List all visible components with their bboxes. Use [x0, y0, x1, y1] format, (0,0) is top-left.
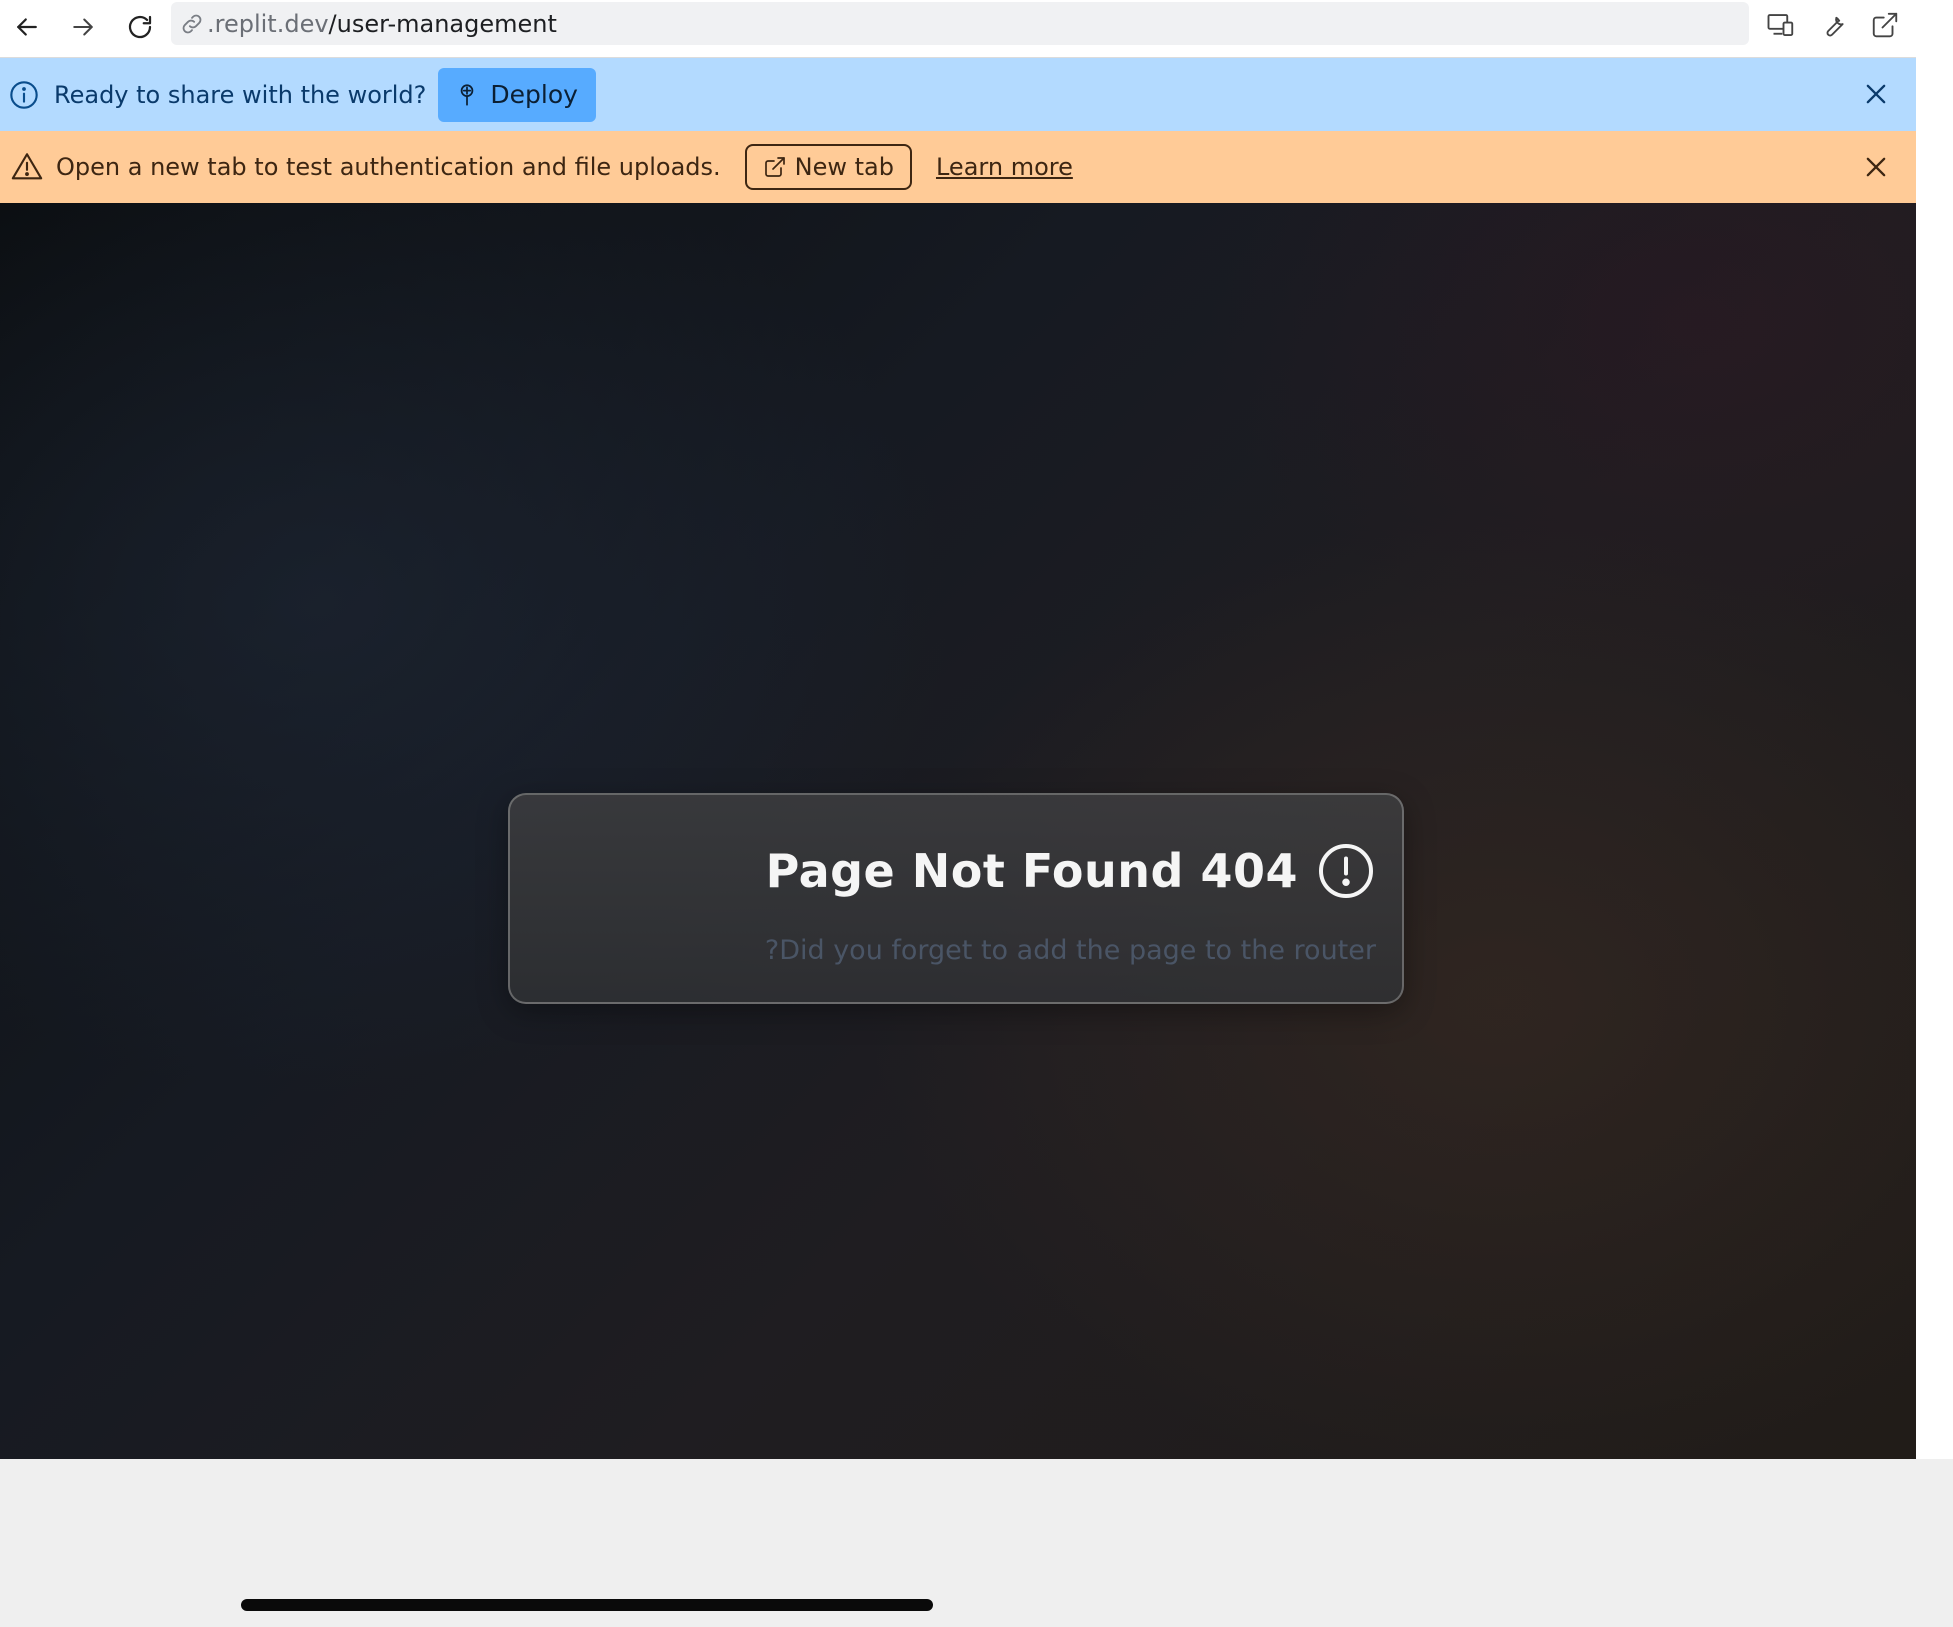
close-warning-banner-button[interactable] — [1858, 149, 1894, 185]
link-icon — [182, 14, 202, 33]
deploy-button-label: Deploy — [490, 80, 578, 109]
devices-button[interactable] — [1759, 3, 1803, 47]
url-path: /user-management — [328, 9, 557, 38]
wrench-icon — [1826, 16, 1844, 37]
forward-button[interactable] — [61, 5, 105, 49]
devtools-button[interactable] — [1811, 3, 1855, 47]
external-link-icon — [1872, 12, 1898, 38]
auth-warning-banner: Open a new tab to test authentication an… — [0, 131, 1916, 203]
warning-icon — [11, 153, 43, 180]
screen: .replit.dev/user-management Ready to sha… — [0, 0, 1953, 1627]
devices-icon — [1767, 14, 1794, 36]
new-tab-label: New tab — [794, 153, 894, 181]
deploy-icon — [461, 83, 474, 106]
window-edge — [1916, 0, 1953, 1459]
info-icon — [10, 80, 38, 109]
not-found-title: Page Not Found 404 — [765, 844, 1298, 898]
url-host: .replit.dev — [207, 9, 329, 38]
home-indicator[interactable] — [241, 1599, 933, 1611]
browser-toolbar: .replit.dev/user-management — [0, 0, 1916, 58]
arrow-right-icon — [73, 18, 93, 36]
not-found-title-row: Page Not Found 404 — [766, 841, 1376, 901]
alert-circle-icon — [1319, 844, 1373, 898]
close-deploy-banner-button[interactable] — [1858, 76, 1894, 112]
deploy-banner-message: Ready to share with the world? — [54, 80, 427, 109]
warning-banner-message: Open a new tab to test authentication an… — [56, 153, 721, 181]
open-external-button[interactable] — [1863, 3, 1907, 47]
external-link-icon — [764, 157, 785, 177]
learn-more-link[interactable]: Learn more — [936, 153, 1073, 181]
back-button[interactable] — [5, 5, 49, 49]
reload-button[interactable] — [118, 5, 162, 49]
close-icon — [1866, 84, 1886, 104]
reload-icon — [128, 15, 152, 39]
url-field[interactable]: .replit.dev/user-management — [171, 2, 1749, 45]
close-icon — [1866, 157, 1886, 177]
deploy-button[interactable]: Deploy — [438, 67, 596, 122]
arrow-left-icon — [17, 18, 37, 36]
app-preview: Page Not Found 404 ?Did you forget to ad… — [0, 203, 1916, 1459]
deploy-banner: Ready to share with the world? Deploy — [0, 58, 1916, 131]
not-found-subtitle: ?Did you forget to add the page to the r… — [764, 935, 1376, 966]
not-found-card: Page Not Found 404 ?Did you forget to ad… — [508, 793, 1404, 1004]
new-tab-button[interactable]: New tab — [744, 144, 912, 190]
